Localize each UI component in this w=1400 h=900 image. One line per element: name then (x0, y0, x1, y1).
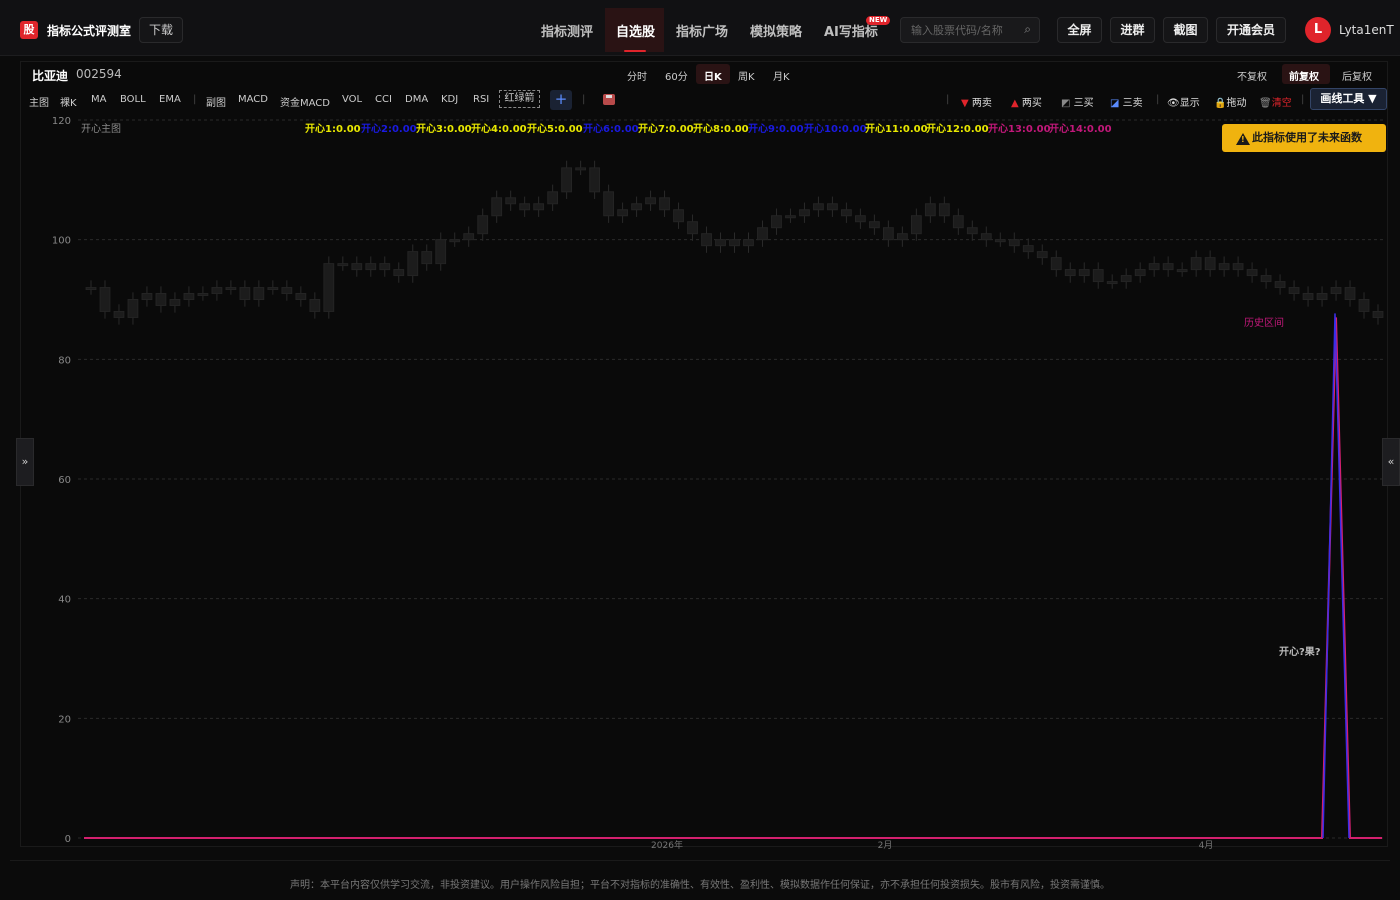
search-box[interactable]: ⌕ (900, 17, 1040, 43)
eye-icon: 👁 (1167, 98, 1180, 109)
nav-item-simulation[interactable]: 模拟策略 (750, 21, 802, 40)
disclaimer: 声明：本平台内容仅供学习交流，非投资建议。用户操作风险自担；平台不对指标的准确性… (290, 880, 1110, 891)
sell-triangle-icon: ▼ (961, 98, 969, 109)
indicator-boll[interactable]: BOLL (120, 94, 146, 105)
tool-drag[interactable]: 🔒拖动 (1214, 94, 1246, 109)
avatar[interactable]: L (1305, 17, 1331, 43)
logo-icon[interactable]: 股 (20, 21, 38, 39)
fullscreen-button[interactable]: 全屏 (1057, 17, 1102, 43)
new-badge: NEW (866, 16, 891, 25)
line-up-icon: ◩ (1061, 98, 1071, 109)
stock-name: 比亚迪 (32, 69, 69, 83)
period-tab-daily[interactable]: 日K (704, 68, 722, 83)
footer-divider (10, 860, 1390, 861)
separator: | (1156, 94, 1160, 105)
nav-active-underline (624, 50, 646, 52)
separator: | (946, 94, 950, 105)
tool-two-sell[interactable]: ▼ 两卖 (961, 94, 992, 109)
tool-two-buy[interactable]: ▲ 两买 (1011, 94, 1042, 109)
indicator-vol[interactable]: VOL (342, 94, 362, 105)
period-tab-intraday[interactable]: 分时 (627, 68, 647, 83)
indicator-macd[interactable]: MACD (238, 94, 268, 105)
username[interactable]: Lyta1enT (1339, 23, 1394, 37)
period-tab-weekly[interactable]: 周K (738, 68, 755, 83)
trash-icon: 🗑 (1259, 98, 1272, 109)
tool-three-sell[interactable]: ◪ 三卖 (1110, 94, 1143, 109)
tool-show[interactable]: 👁显示 (1167, 94, 1200, 109)
nav-item-plaza[interactable]: 指标广场 (676, 21, 728, 40)
warning-icon (1236, 133, 1250, 145)
expand-right-handle[interactable]: « (1382, 438, 1400, 486)
download-button[interactable]: 下载 (139, 17, 183, 43)
draw-tool-dropdown[interactable]: 画线工具 ▼ (1310, 88, 1387, 110)
indicator-kdj[interactable]: KDJ (441, 94, 458, 105)
separator: | (1301, 94, 1305, 105)
nav-item-evaluation[interactable]: 指标测评 (541, 21, 593, 40)
screenshot-button[interactable]: 截图 (1163, 17, 1208, 43)
indicator-ema[interactable]: EMA (159, 94, 181, 105)
expand-left-handle[interactable]: » (16, 438, 34, 486)
fq-backward-option[interactable]: 后复权 (1342, 68, 1372, 83)
buy-triangle-icon: ▲ (1011, 98, 1019, 109)
indicator-cci[interactable]: CCI (375, 94, 392, 105)
fq-forward-option[interactable]: 前复权 (1289, 68, 1319, 83)
indicator-fund-macd[interactable]: 资金MACD (280, 94, 330, 109)
search-input[interactable] (901, 18, 1011, 42)
indicator-naked-k[interactable]: 裸K (60, 94, 77, 109)
nav-item-watchlist[interactable]: 自选股 (616, 21, 655, 40)
indicator-ma[interactable]: MA (91, 94, 106, 105)
join-group-button[interactable]: 进群 (1110, 17, 1155, 43)
membership-button[interactable]: 开通会员 (1216, 17, 1286, 43)
add-indicator-button[interactable]: + (550, 90, 572, 110)
period-tab-monthly[interactable]: 月K (773, 68, 790, 83)
red-green-arrow-button[interactable]: 红绿箭 (499, 90, 540, 108)
tool-three-buy[interactable]: ◩ 三买 (1061, 94, 1094, 109)
main-chart-label: 主图 (29, 98, 49, 109)
indicator-rsi[interactable]: RSI (473, 94, 489, 105)
sub-chart-label: 副图 (206, 98, 226, 109)
chart-panel (20, 61, 1388, 847)
indicator-dma[interactable]: DMA (405, 94, 428, 105)
top-bar: 股 指标公式评测室 下载 指标测评 自选股 指标广场 模拟策略 AI写指标 NE… (0, 0, 1400, 56)
tool-clear[interactable]: 🗑清空 (1259, 94, 1292, 109)
lock-icon: 🔒 (1214, 98, 1227, 109)
site-title[interactable]: 指标公式评测室 (47, 22, 131, 39)
period-tab-60min[interactable]: 60分 (665, 68, 688, 83)
stock-code: 002594 (76, 67, 122, 81)
search-icon[interactable]: ⌕ (1024, 22, 1031, 37)
separator: | (193, 94, 197, 105)
save-icon[interactable] (603, 94, 615, 105)
line-down-icon: ◪ (1110, 98, 1120, 109)
separator: | (582, 94, 586, 105)
fq-none-option[interactable]: 不复权 (1237, 68, 1267, 83)
